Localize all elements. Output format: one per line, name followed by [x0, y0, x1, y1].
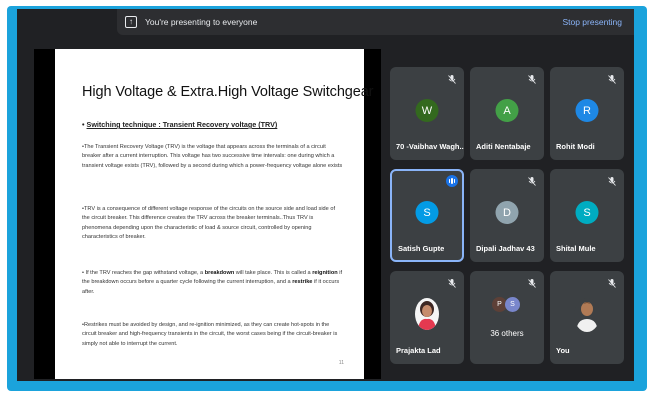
participant-photo [415, 298, 439, 330]
avatar: A [495, 99, 519, 122]
slide-title: High Voltage & Extra.High Voltage Switch… [82, 84, 374, 100]
mic-off-icon [528, 279, 536, 288]
avatar: D [495, 201, 519, 224]
participant-name: Aditi Nentabaje [476, 142, 531, 151]
others-avatars: P S [492, 295, 524, 315]
avatar: S [415, 201, 439, 224]
participant-name: Prajakta Lad [396, 346, 441, 355]
participant-tile[interactable]: R Rohit Modi [550, 67, 624, 160]
self-photo [574, 298, 600, 332]
slide: High Voltage & Extra.High Voltage Switch… [55, 49, 374, 379]
participant-tile[interactable]: Prajakta Lad [390, 271, 464, 364]
slide-subtitle: • Switching technique : Transient Recove… [82, 120, 277, 129]
participant-tile[interactable]: D Dipali Jadhav 43 [470, 169, 544, 262]
meet-window: ↑ You're presenting to everyone Stop pre… [17, 9, 634, 381]
participant-name: 70 -Vaibhav Wagh... [396, 142, 464, 151]
stop-presenting-button[interactable]: Stop presenting [562, 17, 622, 27]
avatar: S [575, 201, 599, 224]
participant-tile[interactable]: S Shital Mule [550, 169, 624, 262]
self-tile[interactable]: You [550, 271, 624, 364]
presenting-status: You're presenting to everyone [145, 17, 258, 27]
participant-tile[interactable]: W 70 -Vaibhav Wagh... [390, 67, 464, 160]
avatar: R [575, 99, 599, 122]
participant-name: Satish Gupte [398, 244, 445, 253]
mic-off-icon [608, 75, 616, 84]
slide-page-number: 11 [338, 360, 344, 366]
mic-off-icon [528, 75, 536, 84]
present-screen-icon: ↑ [125, 16, 137, 28]
participant-name: Shital Mule [556, 244, 596, 253]
participant-name: Dipali Jadhav 43 [476, 244, 535, 253]
others-tile[interactable]: P S 36 others [470, 271, 544, 364]
others-count: 36 others [490, 329, 524, 338]
mic-off-icon [448, 75, 456, 84]
slide-paragraph-2: •TRV is a consequence of different volta… [82, 206, 336, 240]
avatar: W [415, 99, 439, 122]
speaking-indicator-icon [446, 175, 458, 187]
participant-name: Rohit Modi [556, 142, 595, 151]
presentation-area: High Voltage & Extra.High Voltage Switch… [34, 49, 381, 379]
participant-tile[interactable]: A Aditi Nentabaje [470, 67, 544, 160]
subtitle-text: Switching technique : Transient Recovery… [86, 120, 278, 129]
slide-paragraph-4: •Restrikes must be avoided by design, an… [82, 322, 338, 347]
slide-paragraph-3: • If the TRV reaches the gap withstand v… [82, 270, 343, 295]
participant-name: You [556, 346, 570, 355]
mic-off-icon [448, 279, 456, 288]
avatar: S [505, 297, 520, 312]
mic-off-icon [608, 279, 616, 288]
mic-off-icon [608, 177, 616, 186]
presenting-banner: ↑ You're presenting to everyone Stop pre… [117, 9, 634, 35]
mic-off-icon [528, 177, 536, 186]
participant-tile-active[interactable]: S Satish Gupte [390, 169, 464, 262]
subtitle-bullet: • [82, 120, 85, 129]
slide-paragraph-1: •The Transient Recovery Voltage (TRV) is… [82, 144, 343, 169]
